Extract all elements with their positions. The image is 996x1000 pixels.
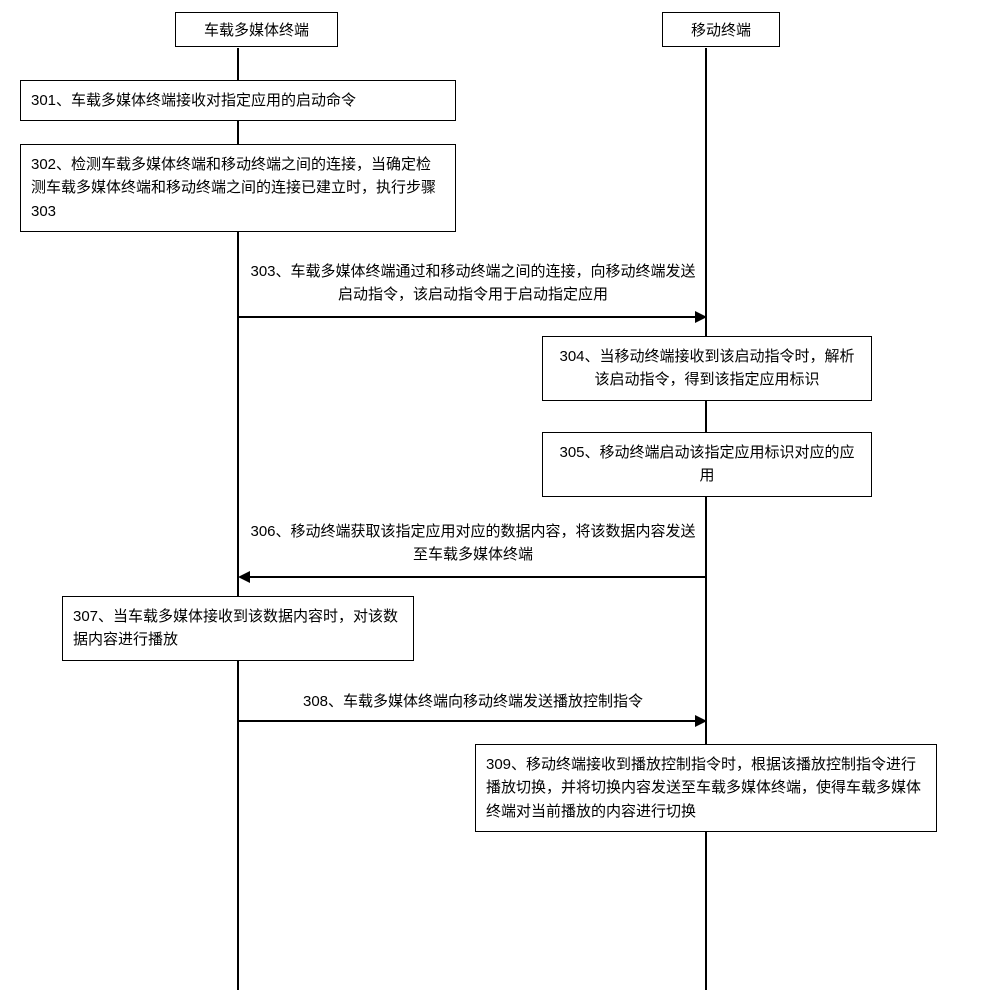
sequence-diagram: 车载多媒体终端 移动终端 301、车载多媒体终端接收对指定应用的启动命令 302… [0,0,996,1000]
step-307: 307、当车载多媒体接收到该数据内容时，对该数据内容进行播放 [62,596,414,661]
msg-303-arrowhead [695,311,707,323]
step-301: 301、车载多媒体终端接收对指定应用的启动命令 [20,80,456,121]
msg-306-line [249,576,707,578]
msg-306-arrowhead [238,571,250,583]
lifeline-right [705,48,707,990]
step-309: 309、移动终端接收到播放控制指令时，根据该播放控制指令进行播放切换，并将切换内… [475,744,937,832]
step-304: 304、当移动终端接收到该启动指令时，解析该启动指令，得到该指定应用标识 [542,336,872,401]
msg-303-label: 303、车载多媒体终端通过和移动终端之间的连接，向移动终端发送启动指令，该启动指… [243,260,703,307]
msg-308-label: 308、车载多媒体终端向移动终端发送播放控制指令 [243,690,703,713]
lane-header-right: 移动终端 [662,12,780,47]
msg-308-line [239,720,697,722]
step-302: 302、检测车载多媒体终端和移动终端之间的连接，当确定检测车载多媒体终端和移动终… [20,144,456,232]
msg-306-label: 306、移动终端获取该指定应用对应的数据内容，将该数据内容发送至车载多媒体终端 [243,520,703,567]
msg-303-line [239,316,697,318]
msg-308-arrowhead [695,715,707,727]
step-305: 305、移动终端启动该指定应用标识对应的应用 [542,432,872,497]
lane-header-left: 车载多媒体终端 [175,12,338,47]
